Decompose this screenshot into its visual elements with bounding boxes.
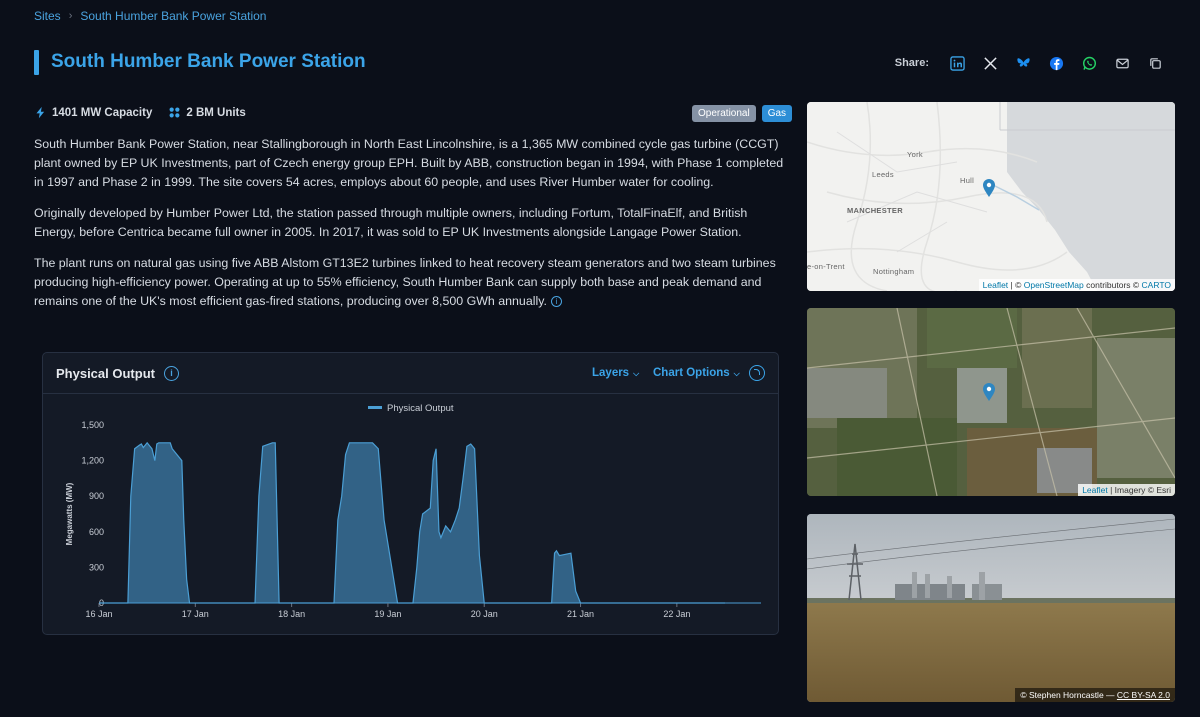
whatsapp-icon	[1082, 56, 1097, 70]
breadcrumb-current-link[interactable]: South Humber Bank Power Station	[80, 9, 266, 23]
satellite-attribution: Leaflet | Imagery © Esri	[1078, 484, 1175, 496]
satellite-tiles	[807, 308, 1175, 496]
page-title: South Humber Bank Power Station	[51, 51, 366, 72]
contributors-text: contributors ©	[1086, 280, 1140, 290]
x-tick-label: 17 Jan	[182, 609, 209, 619]
site-photo: © Stephen Horncastle — CC BY-SA 2.0	[807, 514, 1175, 702]
satellite-map[interactable]: Leaflet | Imagery © Esri	[807, 308, 1175, 496]
facebook-icon	[1049, 56, 1064, 70]
osm-link[interactable]: OpenStreetMap	[1024, 280, 1084, 290]
share-bar: Share:	[895, 52, 1172, 74]
map-marker-icon[interactable]	[982, 382, 996, 402]
y-tick-label: 1,200	[81, 456, 104, 466]
linkedin-icon	[950, 55, 965, 71]
layers-label: Layers	[592, 367, 630, 379]
y-tick-label: 600	[89, 527, 104, 537]
x-tick-label: 16 Jan	[85, 609, 112, 619]
description-paragraph-1: South Humber Bank Power Station, near St…	[34, 137, 784, 189]
title-accent-bar	[34, 50, 39, 75]
chart-options-dropdown[interactable]: Chart Options ⌵	[653, 367, 740, 379]
map-label-york: York	[907, 150, 923, 159]
map-marker-icon[interactable]	[982, 178, 996, 198]
units-text: 2 BM Units	[186, 106, 246, 119]
chart-title: Physical Output	[56, 366, 155, 381]
x-tick-label: 18 Jan	[278, 609, 305, 619]
email-icon	[1116, 58, 1129, 68]
site-facts: 1401 MW Capacity 2 BM Units	[34, 106, 246, 119]
refresh-icon[interactable]	[749, 365, 765, 381]
units-grid-icon	[169, 107, 180, 118]
map-label-stoke: e-on-Trent	[807, 262, 845, 271]
breadcrumb-sites-link[interactable]: Sites	[34, 9, 61, 23]
map-label-manchester: MANCHESTER	[847, 206, 903, 215]
site-description: South Humber Bank Power Station, near St…	[34, 135, 792, 323]
source-info-icon[interactable]: i	[550, 296, 562, 307]
status-badge: Operational	[692, 105, 756, 122]
site-photo-image	[807, 514, 1175, 702]
legend-swatch	[368, 406, 382, 409]
copy-icon	[1150, 57, 1161, 69]
x-tick-label: 19 Jan	[374, 609, 401, 619]
bluesky-icon	[1017, 57, 1030, 67]
location-map[interactable]: York Leeds Hull MANCHESTER e-on-Trent No…	[807, 102, 1175, 291]
whatsapp-share-button[interactable]	[1073, 52, 1106, 74]
y-tick-label: 900	[89, 491, 104, 501]
capacity-fact: 1401 MW Capacity	[34, 106, 152, 119]
site-badges: Operational Gas	[692, 105, 793, 122]
bluesky-share-button[interactable]	[1007, 52, 1040, 74]
license-link[interactable]: CC BY-SA 2.0	[1117, 690, 1170, 700]
physical-output-line	[99, 441, 725, 604]
x-tick-label: 20 Jan	[471, 609, 498, 619]
map-label-leeds: Leeds	[872, 170, 894, 179]
capacity-text: 1401 MW Capacity	[52, 106, 153, 119]
y-axis-label: Megawatts (MW)	[65, 482, 74, 545]
layers-dropdown[interactable]: Layers ⌵	[592, 367, 639, 379]
x-share-button[interactable]	[974, 52, 1007, 74]
physical-output-chart-card: Physical Output i Layers ⌵ Chart Options ⌵…	[42, 352, 779, 635]
x-tick-label: 21 Jan	[567, 609, 594, 619]
email-share-button[interactable]	[1106, 52, 1139, 74]
units-fact: 2 BM Units	[168, 106, 246, 119]
photo-attribution: © Stephen Horncastle — CC BY-SA 2.0	[1015, 688, 1175, 702]
physical-output-chart: Physical Output03006009001,2001,500Megaw…	[65, 403, 761, 619]
chevron-down-icon: ⌵	[633, 369, 640, 378]
imagery-credit: | Imagery © Esri	[1110, 485, 1171, 495]
map-label-hull: Hull	[960, 176, 975, 185]
copy-link-button[interactable]	[1139, 52, 1172, 74]
chart-options-label: Chart Options	[653, 367, 730, 379]
map-label-nottingham: Nottingham	[873, 267, 915, 276]
fuel-badge: Gas	[761, 105, 793, 122]
breadcrumb: Sites › South Humber Bank Power Station	[34, 9, 266, 23]
linkedin-share-button[interactable]	[941, 52, 974, 74]
photo-credit: © Stephen Horncastle —	[1020, 690, 1115, 700]
physical-output-area	[99, 442, 725, 603]
chevron-down-icon: ⌵	[733, 369, 740, 378]
leaflet-link[interactable]: Leaflet	[983, 280, 1009, 290]
facebook-share-button[interactable]	[1040, 52, 1073, 74]
description-paragraph-2: Originally developed by Humber Power Ltd…	[34, 206, 748, 239]
leaflet-link[interactable]: Leaflet	[1082, 485, 1108, 495]
carto-link[interactable]: CARTO	[1142, 280, 1171, 290]
chevron-right-icon: ›	[68, 10, 73, 22]
description-paragraph-3: The plant runs on natural gas using five…	[34, 254, 792, 311]
description-paragraph-3-text: The plant runs on natural gas using five…	[34, 256, 776, 308]
x-icon	[984, 56, 997, 70]
y-tick-label: 300	[89, 562, 104, 572]
y-tick-label: 1,500	[81, 420, 104, 430]
x-tick-label: 22 Jan	[663, 609, 690, 619]
legend-label: Physical Output	[387, 403, 454, 414]
info-icon[interactable]: i	[164, 366, 179, 381]
map-attribution: Leaflet | © OpenStreetMap contributors ©…	[978, 279, 1175, 291]
lightning-icon	[36, 106, 45, 119]
share-label: Share:	[894, 57, 929, 69]
